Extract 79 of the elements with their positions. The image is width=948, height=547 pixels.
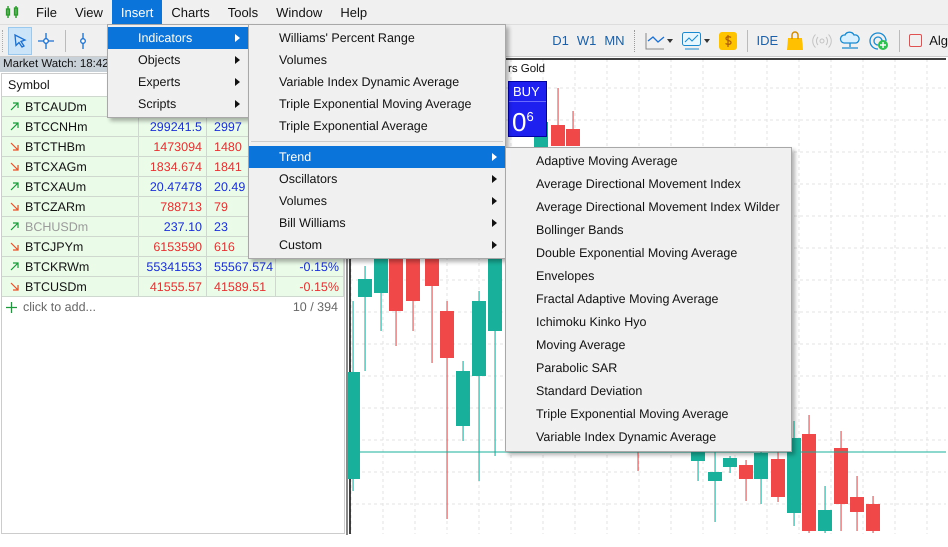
menu-item[interactable]: Double Exponential Moving Average <box>506 241 791 264</box>
bid-price: 788713 <box>160 200 202 214</box>
menu-item[interactable]: Standard Deviation <box>506 379 791 402</box>
menu-item[interactable]: Williams' Percent Range <box>249 27 505 49</box>
ask-price: 1841 <box>214 160 242 174</box>
timeframe-button[interactable]: MN <box>600 28 629 54</box>
menu-item[interactable]: Volumes <box>249 190 505 212</box>
symbol-cell[interactable]: BTCUSDm <box>2 277 139 296</box>
submenu-arrow-icon <box>235 78 240 86</box>
add-symbol-link[interactable]: click to add... <box>6 300 96 314</box>
menu-item[interactable]: Variable Index Dynamic Average <box>249 71 505 93</box>
symbol-cell[interactable]: BTCXAUm <box>2 177 139 196</box>
symbol-cell[interactable]: BTCZARm <box>2 197 139 216</box>
symbol-cell[interactable]: BTCJPYm <box>2 237 139 256</box>
menu-item[interactable]: Oscillators <box>249 168 505 190</box>
buy-button[interactable]: BUY 0$^{6}$ <box>508 81 547 137</box>
chart-title: rs Gold <box>508 63 546 75</box>
bid-price: 1473094 <box>153 140 202 154</box>
ask-price: 616 <box>214 240 235 254</box>
crosshair-icon <box>37 32 55 50</box>
menu-item[interactable]: Average Directional Movement Index Wilder <box>506 195 791 218</box>
submenu-arrow-icon <box>492 175 497 183</box>
menu-item[interactable]: Insert <box>112 0 162 24</box>
symbol-count: 10 / 394 <box>292 300 338 314</box>
bid-price: 299241.5 <box>150 120 202 134</box>
menu-item[interactable]: Fractal Adaptive Moving Average <box>506 287 791 310</box>
menu-item[interactable]: Average Directional Movement Index <box>506 172 791 195</box>
symbol-cell[interactable]: BTCKRWm <box>2 257 139 276</box>
menu-item[interactable]: Window <box>267 0 332 24</box>
ask-price: 79 <box>214 200 228 214</box>
submenu-arrow-icon <box>492 219 497 227</box>
submenu-arrow-icon <box>492 197 497 205</box>
bid-price: 55341553 <box>146 260 202 274</box>
menu-item[interactable]: Bollinger Bands <box>506 218 791 241</box>
menu-item[interactable]: Help <box>331 0 376 24</box>
menu-item[interactable]: Moving Average <box>506 333 791 356</box>
ask-price: 2997 <box>214 120 242 134</box>
submenu-arrow-icon <box>235 34 240 42</box>
bid-price: 237.10 <box>164 220 202 234</box>
menu-item[interactable]: Parabolic SAR <box>506 356 791 379</box>
menu-item[interactable]: Trend <box>249 146 505 168</box>
app-logo-icon <box>5 5 19 19</box>
menu-item[interactable]: Indicators <box>108 27 248 49</box>
select-tool-button[interactable] <box>8 26 32 54</box>
change-percent: -0.15% <box>299 280 339 294</box>
plus-icon <box>6 302 17 312</box>
ask-price: 41589.51 <box>214 280 266 294</box>
menu-item[interactable]: Variable Index Dynamic Average <box>506 425 791 448</box>
change-percent: -0.15% <box>299 260 339 274</box>
symbol-cell[interactable]: BTCTHBm <box>2 137 139 156</box>
menu-item[interactable]: Triple Exponential Average <box>249 115 505 137</box>
menu-item[interactable]: Adaptive Moving Average <box>506 149 791 172</box>
submenu-arrow-icon <box>492 153 497 161</box>
symbol-cell[interactable]: BTCXAGm <box>2 157 139 176</box>
timeframe-button[interactable]: D1 <box>548 28 573 54</box>
submenu-arrow-icon <box>235 56 240 64</box>
menu-item[interactable]: Custom <box>249 234 505 256</box>
bid-price: 1834.674 <box>150 160 202 174</box>
ask-price: 20.49 <box>214 180 246 194</box>
menu-item[interactable]: Envelopes <box>506 264 791 287</box>
ide-button[interactable]: IDE <box>752 28 782 54</box>
algo-trading-toggle[interactable]: Alg <box>905 33 948 48</box>
submenu-arrow-icon <box>492 241 497 249</box>
menu-item[interactable]: File <box>27 0 66 24</box>
ask-price: 55567.574 <box>214 260 274 274</box>
bid-price: 20.47478 <box>150 180 202 194</box>
menu-item[interactable]: Charts <box>162 0 219 24</box>
submenu-arrow-icon <box>235 100 240 108</box>
bid-price: 6153590 <box>153 240 202 254</box>
bid-price: 41555.57 <box>150 280 202 294</box>
menu-item[interactable]: Triple Exponential Moving Average <box>249 93 505 115</box>
menu-item[interactable]: Ichimoku Kinko Hyo <box>506 310 791 333</box>
ask-price: 23 <box>214 220 228 234</box>
menu-item[interactable]: Tools <box>218 0 268 24</box>
timeframe-button[interactable]: W1 <box>572 28 600 54</box>
menu-item[interactable]: Bill Williams <box>249 212 505 234</box>
menu-item[interactable]: View <box>66 0 112 24</box>
menu-item[interactable]: Triple Exponential Moving Average <box>506 402 791 425</box>
ask-price: 1480 <box>214 140 242 154</box>
